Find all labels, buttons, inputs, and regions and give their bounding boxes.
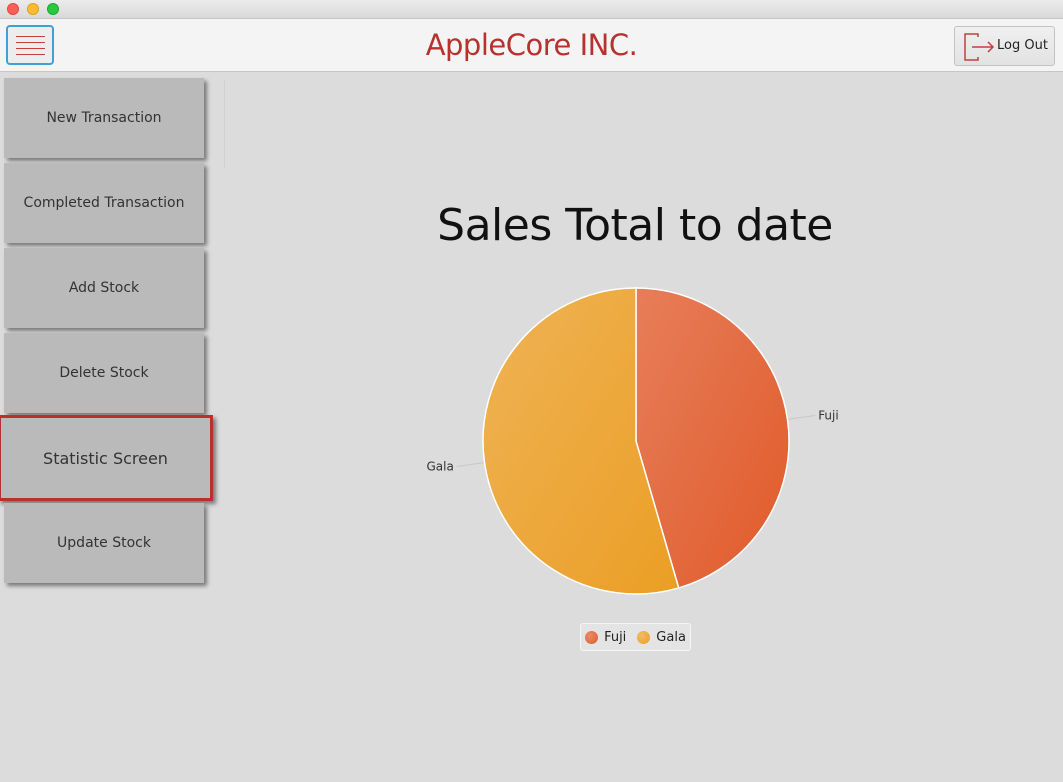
chart-legend: Fuji Gala <box>580 623 691 651</box>
pie-chart: Fuji Gala <box>426 287 839 595</box>
legend-item-gala: Gala <box>637 630 686 645</box>
app-window: AppleCore INC. Log Out New Transaction C… <box>0 0 1063 782</box>
legend-item-fuji: Fuji <box>585 630 626 645</box>
legend-swatch-gala <box>637 630 651 644</box>
legend-label: Fuji <box>604 629 627 645</box>
pie-label-gala: Gala <box>426 460 453 474</box>
legend-label: Gala <box>656 629 686 645</box>
pie-leader-line <box>456 462 484 467</box>
legend-swatch-fuji <box>585 630 599 644</box>
pie-leader-line <box>788 415 816 420</box>
pie-label-fuji: Fuji <box>818 408 839 422</box>
